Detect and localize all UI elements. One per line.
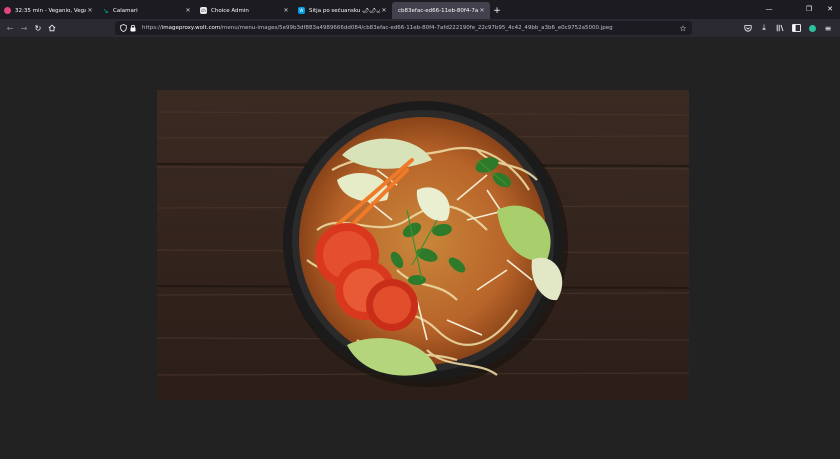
- pocket-icon[interactable]: [740, 21, 756, 35]
- download-icon[interactable]: ⤓: [756, 21, 772, 35]
- youtube-favicon-icon: [4, 7, 11, 14]
- close-window-icon[interactable]: ✕: [823, 2, 837, 15]
- tab-sitja[interactable]: W Sitja po sečuansku 🌶🌶🌶 (1 ✕: [294, 2, 392, 19]
- reload-icon[interactable]: ↻: [31, 21, 45, 35]
- plus-icon[interactable]: +: [490, 2, 504, 19]
- toolbar-right: ⤓ ≡: [740, 21, 836, 35]
- close-tab-icon[interactable]: ✕: [478, 7, 486, 14]
- url-bar[interactable]: https://imageproxy.wolt.com/menu/menu-im…: [115, 21, 692, 35]
- tab-choice-admin[interactable]: ch Choice Admin ✕: [196, 2, 294, 19]
- choice-favicon-icon: ch: [200, 7, 207, 14]
- tab-title: Calamari: [113, 7, 138, 14]
- star-icon[interactable]: ☆: [676, 21, 690, 35]
- tab-veganio[interactable]: 32:35 min - Veganio, Veganio - ✕: [0, 2, 98, 19]
- maximize-icon[interactable]: ❐: [802, 2, 816, 15]
- close-tab-icon[interactable]: ✕: [380, 7, 388, 14]
- tab-title: 32:35 min - Veganio, Veganio -: [15, 7, 86, 14]
- tab-title: Sitja po sečuansku 🌶🌶🌶 (1: [309, 7, 380, 14]
- close-tab-icon[interactable]: ✕: [184, 7, 192, 14]
- close-tab-icon[interactable]: ✕: [86, 7, 94, 14]
- tab-image-active[interactable]: cb83efac-ed66-11eb-80f4-7afd22 ✕: [392, 2, 490, 19]
- tab-title: Choice Admin: [211, 7, 249, 14]
- library-icon[interactable]: [772, 21, 788, 35]
- arrow-right-icon[interactable]: →: [17, 21, 31, 35]
- lock-icon[interactable]: [128, 21, 138, 35]
- noodle-soup-photo[interactable]: [157, 90, 689, 400]
- extension-icon[interactable]: [804, 21, 820, 35]
- image-viewer: [0, 37, 840, 459]
- home-icon[interactable]: [45, 21, 59, 35]
- wolt-favicon-icon: W: [298, 7, 305, 14]
- minimize-icon[interactable]: —: [762, 2, 776, 15]
- tab-calamari[interactable]: ↘ Calamari ✕: [98, 2, 196, 19]
- navigation-toolbar: ← → ↻ https://imageproxy.wolt.com/menu/m…: [0, 19, 840, 37]
- sidebar-icon[interactable]: [788, 21, 804, 35]
- close-tab-icon[interactable]: ✕: [282, 7, 290, 14]
- arrow-left-icon[interactable]: ←: [3, 21, 17, 35]
- hamburger-menu-icon[interactable]: ≡: [820, 21, 836, 35]
- calamari-favicon-icon: ↘: [102, 6, 109, 15]
- tab-title: cb83efac-ed66-11eb-80f4-7afd22: [398, 7, 478, 14]
- shield-icon[interactable]: [118, 21, 128, 35]
- url-text: https://imageproxy.wolt.com/menu/menu-im…: [142, 25, 613, 31]
- tab-strip: 32:35 min - Veganio, Veganio - ✕ ↘ Calam…: [0, 0, 840, 19]
